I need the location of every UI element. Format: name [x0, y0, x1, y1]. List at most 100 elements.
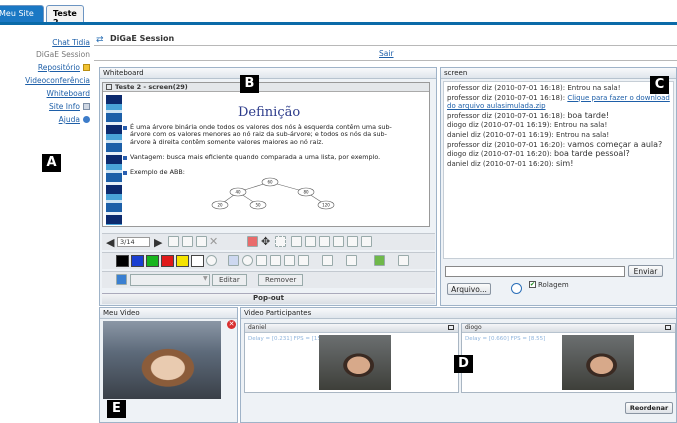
redo-icon[interactable] [347, 236, 358, 247]
grid-view-icon[interactable] [168, 236, 179, 247]
undo-icon[interactable] [333, 236, 344, 247]
color-red[interactable] [161, 255, 174, 267]
file-button[interactable]: Arquivo... [447, 283, 491, 295]
chat-message: professor diz (2010-07-01 16:18): Entrou… [447, 84, 670, 93]
nav-ajuda[interactable]: Ajuda [59, 115, 90, 124]
nav-site-info[interactable]: Site Info [49, 102, 90, 111]
tree-node-label: 40 [235, 190, 241, 195]
line-width-icon[interactable] [298, 255, 309, 266]
image-icon[interactable] [374, 255, 385, 266]
participant-name: daniel [248, 324, 267, 331]
object-toolbar: ▼ Editar Remover [102, 271, 435, 288]
nav-chat-tidia[interactable]: Chat Tidia [52, 38, 90, 47]
chat-message-prefix: daniel diz (2010-07-01 16:19): [447, 130, 554, 139]
edit-button[interactable]: Editar [212, 274, 247, 286]
settings-icon[interactable] [398, 255, 409, 266]
color-picker-icon[interactable] [206, 255, 217, 266]
nav-digae-session-label: DiGaE Session [35, 50, 90, 59]
nav-whiteboard-label: Whiteboard [46, 89, 90, 98]
color-blue[interactable] [131, 255, 144, 267]
slide-window-header: Teste 2 - screen(29) [103, 83, 429, 92]
participant-video-feed [319, 335, 391, 390]
screen-panel: screen professor diz (2010-07-01 16:18):… [440, 67, 677, 306]
delete-page-icon[interactable]: ✕ [209, 235, 218, 248]
nav-chat-tidia-label: Chat Tidia [52, 38, 90, 47]
nav-digae-session[interactable]: DiGaE Session [36, 50, 90, 59]
paste-icon[interactable] [319, 236, 330, 247]
color-black[interactable] [116, 255, 129, 267]
page-indicator[interactable]: 3/14 [117, 237, 150, 247]
chat-message-text: sim! [556, 158, 574, 168]
logout-link[interactable]: Sair [379, 49, 394, 58]
callout-label: E [107, 400, 126, 418]
chat-message-text: Entrou na sala! [567, 84, 621, 92]
tab-teste-2[interactable]: Teste 2 [46, 5, 84, 27]
nav-site-info-label: Site Info [49, 102, 80, 111]
participant-stats: Delay = [0.660] FPS = [8.55] [465, 336, 546, 342]
nav-ajuda-label: Ajuda [58, 115, 80, 124]
chat-message: diogo diz (2010-07-01 16:20): boa tarde … [447, 149, 670, 159]
maximize-icon[interactable] [448, 325, 454, 330]
navigation-toolbar: ◀ 3/14 ▶ ✕ ✥ [102, 233, 435, 250]
move-icon[interactable]: ✥ [261, 235, 270, 248]
popout-button[interactable]: Pop-out [102, 293, 435, 304]
divider [94, 45, 677, 46]
polygon-tool-icon[interactable] [270, 255, 281, 266]
drawing-toolbar [102, 252, 435, 269]
select-icon[interactable] [275, 236, 286, 247]
callout-label: C [650, 76, 669, 94]
layers-icon[interactable] [116, 274, 127, 285]
new-page-icon[interactable] [182, 236, 193, 247]
slide-window-title: Teste 2 - screen(29) [115, 83, 188, 91]
nav-videoconferencia[interactable]: Videoconferência [25, 76, 90, 85]
nav-whiteboard[interactable]: Whiteboard [47, 89, 90, 98]
color-yellow[interactable] [176, 255, 189, 267]
tree-node-label: 120 [322, 203, 330, 208]
chat-message: diogo diz (2010-07-01 16:19): Entrou na … [447, 121, 670, 130]
cut-icon[interactable] [291, 236, 302, 247]
text-tool-icon[interactable] [322, 255, 333, 266]
participant-video-window[interactable]: diogo Delay = [0.660] FPS = [8.55] [461, 323, 676, 393]
slide-bullet: É uma árvore binária onde todos os valor… [123, 123, 400, 146]
close-icon[interactable]: ✕ [227, 320, 236, 329]
session-refresh-icon[interactable]: ⇄ [96, 35, 104, 45]
scroll-label: Rolagem [538, 281, 569, 289]
participant-video-window[interactable]: daniel Delay = [0.231] FPS = [15.33] [244, 323, 459, 393]
color-white[interactable] [191, 255, 204, 267]
line-tool-icon[interactable] [284, 255, 295, 266]
next-page-icon[interactable]: ▶ [154, 236, 162, 249]
import-icon[interactable] [346, 255, 357, 266]
maximize-icon[interactable] [665, 325, 671, 330]
rectangle-tool-icon[interactable] [256, 255, 267, 266]
scroll-checkbox[interactable]: ✔ [529, 281, 536, 288]
chat-message-prefix: professor diz (2010-07-01 16:18): [447, 111, 566, 120]
slide-window: Teste 2 - screen(29) Definição É uma árv… [102, 82, 430, 227]
tab-underline [0, 22, 677, 25]
clock-icon[interactable] [511, 283, 522, 294]
tree-node-label: 80 [303, 190, 309, 195]
chat-input[interactable] [445, 266, 625, 277]
copy-icon[interactable] [305, 236, 316, 247]
eraser-icon[interactable] [247, 236, 258, 247]
previous-page-icon[interactable]: ◀ [106, 236, 114, 249]
remove-button[interactable]: Remover [258, 274, 304, 286]
pencil-icon[interactable] [228, 255, 239, 266]
send-button[interactable]: Enviar [628, 265, 663, 277]
callout-label: D [454, 355, 473, 373]
participant-window-header: diogo [462, 324, 675, 333]
copy-page-icon[interactable] [196, 236, 207, 247]
my-video-header: Meu Video [100, 308, 237, 319]
chat-log[interactable]: professor diz (2010-07-01 16:18): Entrou… [443, 81, 674, 259]
table-icon[interactable] [361, 236, 372, 247]
video-participants-footer [243, 398, 676, 422]
divider [94, 60, 677, 61]
tree-node-label: 20 [217, 203, 223, 208]
circle-tool-icon[interactable] [242, 255, 253, 266]
reorder-button[interactable]: Reordenar [625, 402, 673, 414]
nav-repositorio[interactable]: Repositório [38, 63, 90, 72]
session-title: DiGaE Session [110, 34, 175, 43]
tab-meu-site[interactable]: Meu Site [0, 5, 44, 23]
object-select[interactable] [130, 274, 210, 286]
folder-icon [83, 64, 90, 71]
color-green[interactable] [146, 255, 159, 267]
